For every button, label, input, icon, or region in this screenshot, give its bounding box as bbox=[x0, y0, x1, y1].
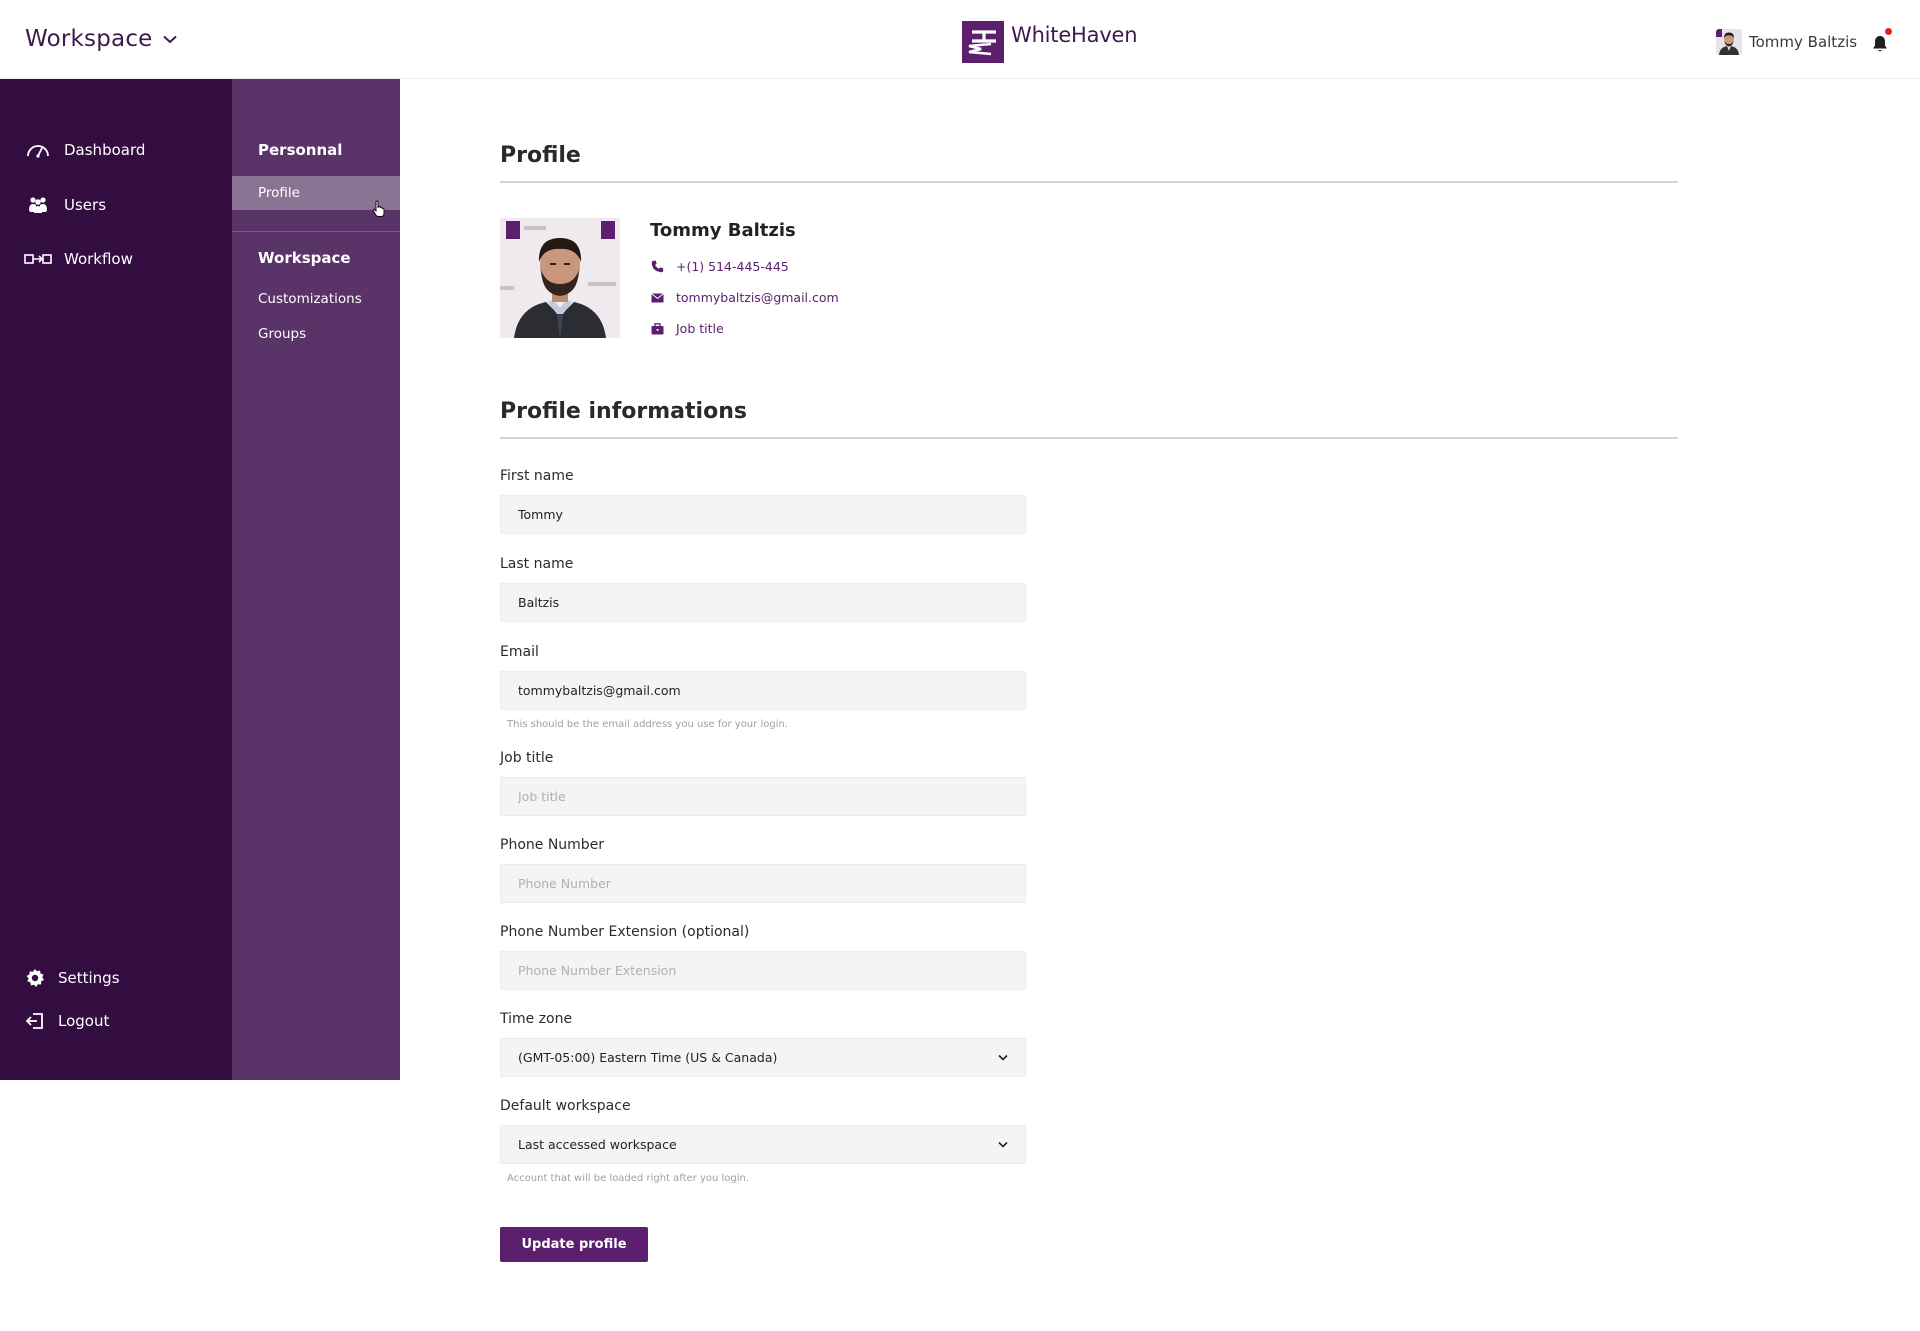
profile-name: Tommy Baltzis bbox=[650, 220, 796, 241]
phone-icon bbox=[650, 260, 664, 274]
gauge-icon bbox=[24, 139, 52, 161]
timezone-label: Time zone bbox=[500, 1011, 573, 1027]
subnav-item-groups[interactable]: Groups bbox=[258, 326, 306, 342]
default-workspace-value: Last accessed workspace bbox=[518, 1137, 677, 1152]
user-name: Tommy Baltzis bbox=[1749, 33, 1858, 51]
first-name-input[interactable] bbox=[500, 495, 1026, 534]
avatar bbox=[1716, 29, 1742, 55]
profile-photo bbox=[500, 218, 620, 338]
phone-input[interactable] bbox=[500, 864, 1026, 903]
timezone-select[interactable]: (GMT-05:00) Eastern Time (US & Canada) bbox=[500, 1038, 1026, 1077]
phone-label: Phone Number bbox=[500, 837, 605, 853]
workspace-switcher[interactable]: Workspace bbox=[25, 26, 177, 52]
subnav-item-label: Profile bbox=[258, 185, 300, 201]
whitehaven-logo-icon bbox=[962, 21, 1004, 63]
default-workspace-select[interactable]: Last accessed workspace bbox=[500, 1125, 1026, 1164]
top-bar: Workspace WhiteHaven Tommy Baltzis bbox=[0, 0, 1920, 79]
email-label: Email bbox=[500, 644, 539, 660]
profile-informations-title: Profile informations bbox=[500, 399, 747, 424]
chevron-down-icon bbox=[998, 1054, 1008, 1061]
logout-icon bbox=[24, 1010, 46, 1032]
job-title-input[interactable] bbox=[500, 777, 1026, 816]
profile-section-title: Profile bbox=[500, 143, 581, 168]
subnav-item-customizations[interactable]: Customizations bbox=[258, 291, 362, 307]
chevron-down-icon bbox=[162, 35, 177, 43]
profile-phone-link[interactable]: +(1) 514-445-445 bbox=[650, 259, 789, 274]
sidebar-item-settings[interactable]: Settings bbox=[24, 967, 120, 989]
timezone-value: (GMT-05:00) Eastern Time (US & Canada) bbox=[518, 1050, 778, 1065]
section-divider bbox=[500, 437, 1678, 439]
users-icon bbox=[24, 194, 52, 216]
brand[interactable]: WhiteHaven bbox=[962, 21, 1138, 63]
notifications-button[interactable] bbox=[1872, 28, 1892, 55]
default-workspace-help-text: Account that will be loaded right after … bbox=[507, 1173, 750, 1184]
subnav-item-profile[interactable]: Profile bbox=[232, 176, 400, 217]
update-profile-button[interactable]: Update profile bbox=[500, 1227, 648, 1262]
cursor-hand-icon bbox=[372, 200, 385, 217]
default-workspace-label: Default workspace bbox=[500, 1098, 631, 1114]
section-title-personal: Personnal bbox=[258, 141, 343, 159]
sidebar-item-label: Logout bbox=[58, 1012, 110, 1030]
profile-phone: +(1) 514-445-445 bbox=[676, 259, 789, 274]
sidebar-item-label: Settings bbox=[58, 969, 120, 987]
profile-email-link[interactable]: tommybaltzis@gmail.com bbox=[650, 290, 839, 305]
sidebar-item-users[interactable]: Users bbox=[24, 194, 106, 216]
workspace-switcher-label: Workspace bbox=[25, 26, 153, 52]
section-title-workspace: Workspace bbox=[258, 249, 351, 267]
notification-badge bbox=[1885, 28, 1892, 35]
brand-name: WhiteHaven bbox=[1011, 23, 1138, 47]
sidebar-item-dashboard[interactable]: Dashboard bbox=[24, 139, 145, 161]
briefcase-icon bbox=[650, 322, 664, 336]
sidebar-item-logout[interactable]: Logout bbox=[24, 1010, 109, 1032]
secondary-sidebar: Personnal Profile Workspace Customizatio… bbox=[232, 79, 400, 1080]
job-title-label: Job title bbox=[500, 750, 554, 766]
subnav-divider bbox=[232, 231, 400, 232]
user-menu[interactable]: Tommy Baltzis bbox=[1716, 29, 1857, 55]
sidebar-item-label: Users bbox=[64, 196, 107, 214]
email-help-text: This should be the email address you use… bbox=[507, 719, 788, 730]
phone-extension-label: Phone Number Extension (optional) bbox=[500, 924, 750, 940]
email-input[interactable] bbox=[500, 671, 1026, 710]
gear-icon bbox=[24, 967, 46, 989]
profile-job-title: Job title bbox=[676, 321, 724, 336]
bell-icon bbox=[1873, 36, 1887, 52]
workflow-icon bbox=[24, 248, 52, 270]
phone-extension-input[interactable] bbox=[500, 951, 1026, 990]
section-divider bbox=[500, 181, 1678, 183]
first-name-label: First name bbox=[500, 468, 574, 484]
sidebar-item-label: Workflow bbox=[64, 250, 133, 268]
sidebar-item-workflow[interactable]: Workflow bbox=[24, 248, 133, 270]
chevron-down-icon bbox=[998, 1141, 1008, 1148]
profile-email: tommybaltzis@gmail.com bbox=[676, 290, 839, 305]
mail-icon bbox=[650, 291, 664, 305]
primary-sidebar: Dashboard Users Workflow Settings Logout bbox=[0, 79, 232, 1080]
last-name-input[interactable] bbox=[500, 583, 1026, 622]
last-name-label: Last name bbox=[500, 556, 574, 572]
sidebar-item-label: Dashboard bbox=[64, 141, 146, 159]
profile-job-link[interactable]: Job title bbox=[650, 321, 724, 336]
